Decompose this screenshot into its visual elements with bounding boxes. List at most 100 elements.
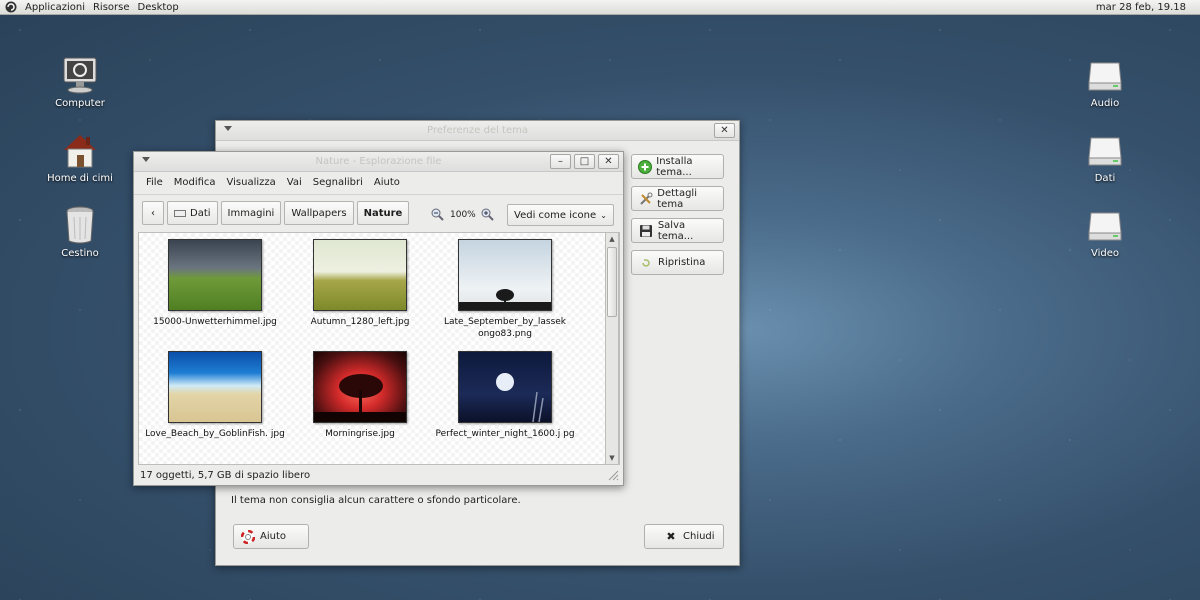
crumb-label: Wallpapers	[291, 207, 347, 219]
applications-menu[interactable]: Applicazioni	[25, 2, 85, 13]
image-thumbnail	[168, 239, 262, 311]
scrollbar-thumb[interactable]	[607, 247, 617, 317]
image-thumbnail	[458, 351, 552, 423]
theme-details-button[interactable]: Dettagli tema	[631, 186, 724, 211]
maximize-button[interactable]: □	[574, 154, 595, 169]
close-button[interactable]: ✖ Chiudi	[644, 524, 724, 549]
chevron-down-icon: ⌄	[600, 210, 607, 220]
restore-button[interactable]: Ripristina	[631, 250, 724, 275]
places-menu[interactable]: Risorse	[93, 2, 130, 13]
desktop-icon-dati[interactable]: Dati	[1065, 130, 1145, 184]
desktop-icon-video[interactable]: Video	[1065, 205, 1145, 259]
menu-help[interactable]: Aiuto	[374, 177, 400, 188]
desktop-icon-label: Dati	[1094, 173, 1116, 184]
button-label: Ripristina	[658, 257, 706, 268]
floppy-disk-icon	[638, 223, 654, 239]
close-window-button[interactable]: ✕	[714, 123, 735, 138]
button-label: Dettagli tema	[657, 187, 697, 210]
distro-logo-icon[interactable]	[4, 0, 18, 14]
desktop-icon-label: Video	[1090, 248, 1120, 259]
tools-icon	[638, 191, 653, 207]
file-item[interactable]: 15000-Unwetterhimmel.jpg	[145, 239, 285, 328]
separator	[134, 194, 623, 195]
file-name: Autumn_1280_left.jpg	[310, 317, 410, 327]
top-panel: Applicazioni Risorse Desktop mar 28 feb,…	[0, 0, 1200, 15]
button-label: Installa tema...	[656, 155, 693, 178]
drive-icon	[1085, 205, 1125, 245]
file-name: Late_September_by_lassek ongo83.png	[443, 317, 567, 339]
save-theme-button[interactable]: Salva tema...	[631, 218, 724, 243]
view-mode-select[interactable]: Vedi come icone ⌄	[507, 204, 614, 226]
install-theme-button[interactable]: Installa tema...	[631, 154, 724, 179]
crumb-label: Nature	[363, 207, 403, 219]
minimize-button[interactable]: –	[550, 154, 571, 169]
file-manager-window: Nature - Esplorazione file – □ ✕ File Mo…	[133, 151, 624, 486]
crumb-wallpapers[interactable]: Wallpapers	[284, 201, 354, 225]
scroll-down-arrow[interactable]: ▼	[606, 452, 618, 464]
desktop-icon-label: Computer	[55, 98, 105, 109]
clock[interactable]: mar 28 feb, 19.18	[1096, 0, 1186, 15]
image-thumbnail	[168, 351, 262, 423]
zoom-level: 100%	[450, 210, 476, 220]
desktop-icon-label: Audio	[1090, 98, 1120, 109]
file-item[interactable]: Morningrise.jpg	[290, 351, 430, 440]
menu-bookmarks[interactable]: Segnalibri	[313, 177, 363, 188]
theme-message: Il tema non consiglia alcun carattere o …	[231, 495, 521, 506]
vertical-scrollbar[interactable]: ▲ ▼	[605, 232, 619, 465]
desktop-icon-label: Home di cimi	[47, 173, 113, 184]
button-label: Aiuto	[260, 531, 286, 542]
desktop-icon-audio[interactable]: Audio	[1065, 55, 1145, 109]
drive-icon	[174, 209, 186, 217]
button-label: Chiudi	[683, 531, 715, 542]
file-item[interactable]: Late_September_by_lassek ongo83.png	[435, 239, 575, 340]
drive-icon	[1085, 130, 1125, 170]
crumb-immagini[interactable]: Immagini	[220, 201, 282, 225]
scroll-up-arrow[interactable]: ▲	[606, 233, 618, 245]
image-thumbnail	[313, 239, 407, 311]
menu-view[interactable]: Visualizza	[227, 177, 276, 188]
file-item[interactable]: Autumn_1280_left.jpg	[290, 239, 430, 328]
image-thumbnail	[313, 351, 407, 423]
file-icon-view[interactable]: 15000-Unwetterhimmel.jpg Autumn_1280_lef…	[138, 232, 620, 465]
desktop-menu[interactable]: Desktop	[138, 2, 179, 13]
lifebuoy-icon	[240, 529, 256, 545]
crumb-dati[interactable]: Dati	[167, 201, 218, 225]
revert-icon	[638, 255, 654, 271]
trash-icon	[60, 205, 100, 245]
computer-icon	[60, 55, 100, 95]
image-thumbnail	[458, 239, 552, 311]
menubar: File Modifica Visualizza Vai Segnalibri …	[134, 172, 623, 192]
view-mode-value: Vedi come icone	[514, 209, 597, 221]
zoom-in-icon[interactable]	[480, 207, 494, 224]
crumb-nature[interactable]: Nature	[356, 201, 410, 225]
window-title: Preferenze del tema	[427, 125, 528, 136]
file-name: Love_Beach_by_GoblinFish. jpg	[145, 429, 285, 439]
file-name: 15000-Unwetterhimmel.jpg	[153, 317, 277, 327]
help-button[interactable]: Aiuto	[233, 524, 309, 549]
chevron-left-icon: ‹	[151, 207, 155, 219]
titlebar[interactable]: Preferenze del tema ✕	[216, 121, 739, 141]
titlebar[interactable]: Nature - Esplorazione file – □ ✕	[134, 152, 623, 172]
crumb-label: Dati	[190, 207, 211, 219]
status-bar: 17 oggetti, 5,7 GB di spazio libero	[140, 470, 311, 481]
menu-file[interactable]: File	[146, 177, 163, 188]
file-item[interactable]: Perfect_winter_night_1600.j pg	[435, 351, 575, 440]
resize-grip-icon[interactable]	[607, 469, 619, 481]
breadcrumb: ‹ Dati Immagini Wallpapers Nature	[142, 201, 412, 225]
menu-edit[interactable]: Modifica	[174, 177, 216, 188]
button-label: Salva tema...	[657, 219, 694, 242]
close-icon: ✖	[666, 530, 676, 543]
desktop-icon-home[interactable]: Home di cimi	[40, 130, 120, 184]
desktop-icon-trash[interactable]: Cestino	[40, 205, 120, 259]
file-name: Morningrise.jpg	[325, 429, 395, 439]
close-window-button[interactable]: ✕	[598, 154, 619, 169]
crumb-label: Immagini	[227, 207, 275, 219]
drive-icon	[1085, 55, 1125, 95]
back-crumb-button[interactable]: ‹	[142, 201, 164, 225]
file-item[interactable]: Love_Beach_by_GoblinFish. jpg	[145, 351, 285, 440]
desktop-icon-label: Cestino	[61, 248, 99, 259]
zoom-out-icon[interactable]	[430, 207, 444, 224]
home-folder-icon	[60, 130, 100, 170]
menu-go[interactable]: Vai	[287, 177, 302, 188]
desktop-icon-computer[interactable]: Computer	[40, 55, 120, 109]
